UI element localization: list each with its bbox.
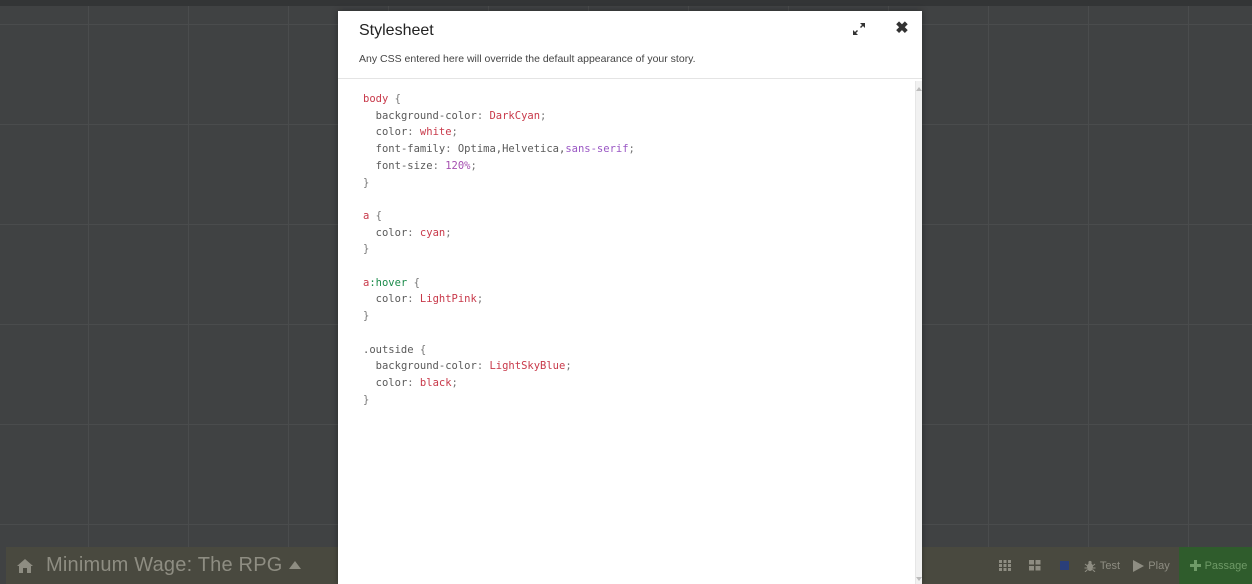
css-property: color bbox=[375, 293, 408, 306]
css-property: color bbox=[375, 226, 408, 239]
top-strip bbox=[0, 0, 1252, 6]
css-property: font-size bbox=[375, 159, 433, 172]
plus-icon bbox=[1189, 560, 1201, 571]
css-value: LightSkyBlue bbox=[489, 360, 566, 373]
css-editor[interactable]: body { background-color: DarkCyan; color… bbox=[338, 79, 922, 584]
css-value: LightPink bbox=[419, 293, 477, 306]
home-icon[interactable] bbox=[16, 557, 34, 575]
passage-label: Passage bbox=[1204, 559, 1248, 572]
css-value: 120% bbox=[445, 159, 471, 172]
grid-large-icon bbox=[1060, 560, 1069, 570]
bug-icon bbox=[1084, 560, 1096, 572]
css-selector: .outside bbox=[363, 343, 414, 356]
css-property: font-family bbox=[375, 143, 446, 156]
scroll-up-arrow-icon[interactable] bbox=[916, 87, 922, 91]
test-button[interactable]: Test bbox=[1080, 547, 1124, 584]
zoom-medium-button[interactable] bbox=[1020, 547, 1050, 584]
caret-up-icon[interactable] bbox=[288, 560, 301, 569]
css-selector: body bbox=[363, 93, 389, 105]
editor-scrollbar[interactable] bbox=[915, 81, 922, 584]
css-property: color bbox=[375, 376, 408, 389]
css-code[interactable]: body { background-color: DarkCyan; color… bbox=[363, 91, 635, 408]
css-property: color bbox=[375, 126, 408, 139]
zoom-small-button[interactable] bbox=[990, 547, 1020, 584]
zoom-large-button[interactable] bbox=[1050, 547, 1080, 584]
stylesheet-dialog: Stylesheet Any CSS entered here will ove… bbox=[338, 11, 922, 584]
css-property: background-color bbox=[375, 109, 477, 122]
play-button[interactable]: Play bbox=[1124, 547, 1179, 584]
play-icon bbox=[1133, 559, 1145, 572]
grid-small-icon bbox=[999, 560, 1011, 571]
css-value: black bbox=[419, 376, 452, 389]
dialog-title: Stylesheet bbox=[359, 22, 434, 39]
scroll-down-arrow-icon[interactable] bbox=[916, 577, 922, 581]
toolbar-right: Test Play Passage bbox=[990, 547, 1252, 584]
dialog-header: Stylesheet Any CSS entered here will ove… bbox=[338, 11, 922, 79]
grid-medium-icon bbox=[1029, 560, 1041, 571]
css-property: background-color bbox=[375, 360, 477, 373]
test-label: Test bbox=[1099, 559, 1121, 572]
play-label: Play bbox=[1148, 559, 1170, 572]
story-title[interactable]: Minimum Wage: The RPG bbox=[46, 554, 283, 577]
dialog-description: Any CSS entered here will override the d… bbox=[359, 53, 696, 65]
css-value: DarkCyan bbox=[489, 109, 541, 122]
css-value: cyan bbox=[419, 226, 446, 239]
css-value-font: Optima,Helvetica, bbox=[457, 143, 566, 156]
css-value: white bbox=[419, 126, 452, 139]
close-icon[interactable]: ✖ bbox=[894, 20, 910, 38]
add-passage-button[interactable]: Passage bbox=[1179, 547, 1252, 584]
maximize-icon[interactable] bbox=[852, 22, 868, 38]
